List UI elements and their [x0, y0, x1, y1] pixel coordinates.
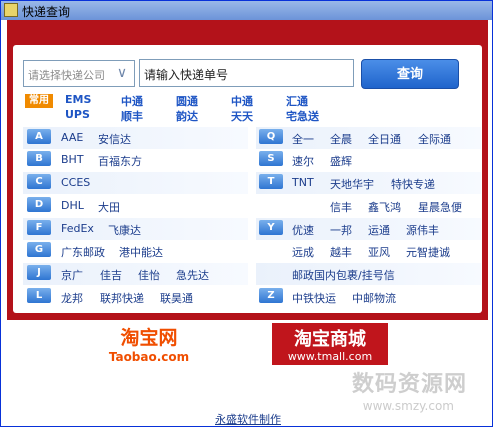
app-window: 快递查询 请选择快递公司 ∨ 请输入快递单号 查询 常用 EMS 中通 圆通 中… [0, 0, 493, 427]
company-link[interactable]: 联邦快递 [100, 290, 144, 306]
company-link[interactable]: 特快专递 [391, 176, 435, 192]
letter-badge-t: T [259, 174, 283, 189]
company-link[interactable]: 急先达 [176, 267, 209, 283]
tmall-name: 淘宝商城 [294, 328, 366, 350]
common-badge: 常用 [25, 94, 53, 108]
letter-badge-s: S [259, 151, 283, 166]
company-link[interactable]: 信丰 [330, 199, 352, 215]
watermark-url: www.smzy.com [362, 399, 454, 413]
company-link[interactable]: 京广 [61, 267, 83, 283]
quick-link[interactable]: 天天 [231, 108, 253, 124]
quick-link[interactable]: 汇通 [286, 93, 308, 109]
letter-badge-b: B [27, 151, 51, 166]
company-link[interactable]: 全际通 [418, 131, 451, 147]
letter-badge-j: J [27, 265, 51, 280]
company-row [23, 127, 248, 149]
company-link[interactable]: CCES [61, 176, 90, 189]
letter-badge-y: Y [259, 220, 283, 235]
company-link[interactable]: 龙邦 [61, 290, 83, 306]
chevron-down-icon[interactable]: ∨ [114, 65, 130, 81]
watermark-text: 数码资源网 [351, 372, 467, 397]
company-link[interactable]: 全日通 [368, 131, 401, 147]
quick-link[interactable]: EMS [65, 93, 91, 106]
company-link[interactable]: 星晨急便 [418, 199, 462, 215]
company-link[interactable]: 全晨 [330, 131, 352, 147]
company-link[interactable]: 飞康达 [108, 222, 141, 238]
company-link[interactable]: 元智捷诚 [406, 244, 450, 260]
tmall-logo-graphic: 淘宝商城 www.tmall.com [288, 328, 372, 363]
company-link[interactable]: 运通 [368, 222, 390, 238]
quick-link[interactable]: 宅急送 [286, 108, 319, 124]
letter-badge-l: L [27, 288, 51, 303]
company-link[interactable]: 速尔 [292, 153, 314, 169]
letter-badge-q: Q [259, 129, 283, 144]
company-link[interactable]: 广东邮政 [61, 244, 105, 260]
company-link[interactable]: 远成 [292, 244, 314, 260]
company-link[interactable]: TNT [292, 176, 314, 189]
company-select-placeholder: 请选择快递公司 [28, 69, 105, 82]
company-link[interactable]: 天地华宇 [330, 176, 374, 192]
company-link[interactable]: 中铁快运 [292, 290, 336, 306]
company-row [23, 263, 248, 285]
quick-link[interactable]: 韵达 [176, 108, 198, 124]
letter-badge-d: D [27, 197, 51, 212]
company-link[interactable]: 安信达 [98, 131, 131, 147]
quick-link[interactable]: 顺丰 [121, 108, 143, 124]
company-link[interactable]: 佳怡 [138, 267, 160, 283]
company-link[interactable]: 全一 [292, 131, 314, 147]
company-row [23, 172, 248, 194]
tracking-number-input[interactable]: 请输入快递单号 [139, 59, 354, 87]
company-link[interactable]: 盛辉 [330, 153, 352, 169]
tmall-url: www.tmall.com [288, 350, 372, 363]
letter-badge-f: F [27, 220, 51, 235]
credit-link[interactable]: 永盛软件制作 [215, 411, 281, 427]
company-link[interactable]: 中邮物流 [352, 290, 396, 306]
company-row [23, 195, 248, 217]
company-select[interactable]: 请选择快递公司 ∨ [23, 60, 135, 87]
tmall-logo[interactable]: 淘宝商城 www.tmall.com [272, 323, 388, 365]
taobao-logo-graphic: 淘宝网 Taobao.com [93, 323, 205, 365]
letter-badge-g: G [27, 242, 51, 257]
taobao-logo[interactable]: 淘宝网 Taobao.com [93, 323, 205, 365]
title-bar: 快递查询 [1, 1, 492, 20]
tracking-number-placeholder: 请输入快递单号 [144, 68, 229, 82]
company-link[interactable]: 联昊通 [160, 290, 193, 306]
company-link[interactable]: 一邦 [330, 222, 352, 238]
company-link[interactable]: 源伟丰 [406, 222, 439, 238]
letter-badge-c: C [27, 174, 51, 189]
letter-badge-z: Z [259, 288, 283, 303]
company-row [256, 149, 481, 171]
company-link[interactable]: DHL [61, 199, 84, 212]
company-link[interactable]: 亚风 [368, 244, 390, 260]
query-button[interactable]: 查询 [361, 59, 459, 89]
letter-badge-a: A [27, 129, 51, 144]
quick-link[interactable]: 圆通 [176, 93, 198, 109]
company-link[interactable]: 百福东方 [98, 153, 142, 169]
quick-link[interactable]: 中通 [231, 93, 253, 109]
company-link[interactable]: 鑫飞鸿 [368, 199, 401, 215]
company-link[interactable]: BHT [61, 153, 84, 166]
taobao-url: Taobao.com [109, 350, 189, 364]
company-link[interactable]: 优速 [292, 222, 314, 238]
company-link[interactable]: 大田 [98, 199, 120, 215]
company-link[interactable]: FedEx [61, 222, 94, 235]
company-link[interactable]: 邮政国内包裹/挂号信 [292, 267, 395, 283]
company-link[interactable]: 港中能达 [119, 244, 163, 260]
quick-link[interactable]: 中通 [121, 93, 143, 109]
company-link[interactable]: 越丰 [330, 244, 352, 260]
company-link[interactable]: AAE [61, 131, 83, 144]
app-icon [4, 3, 18, 17]
quick-link[interactable]: UPS [65, 108, 90, 121]
window-title: 快递查询 [22, 5, 71, 19]
company-link[interactable]: 佳吉 [100, 267, 122, 283]
taobao-name: 淘宝网 [120, 326, 177, 349]
